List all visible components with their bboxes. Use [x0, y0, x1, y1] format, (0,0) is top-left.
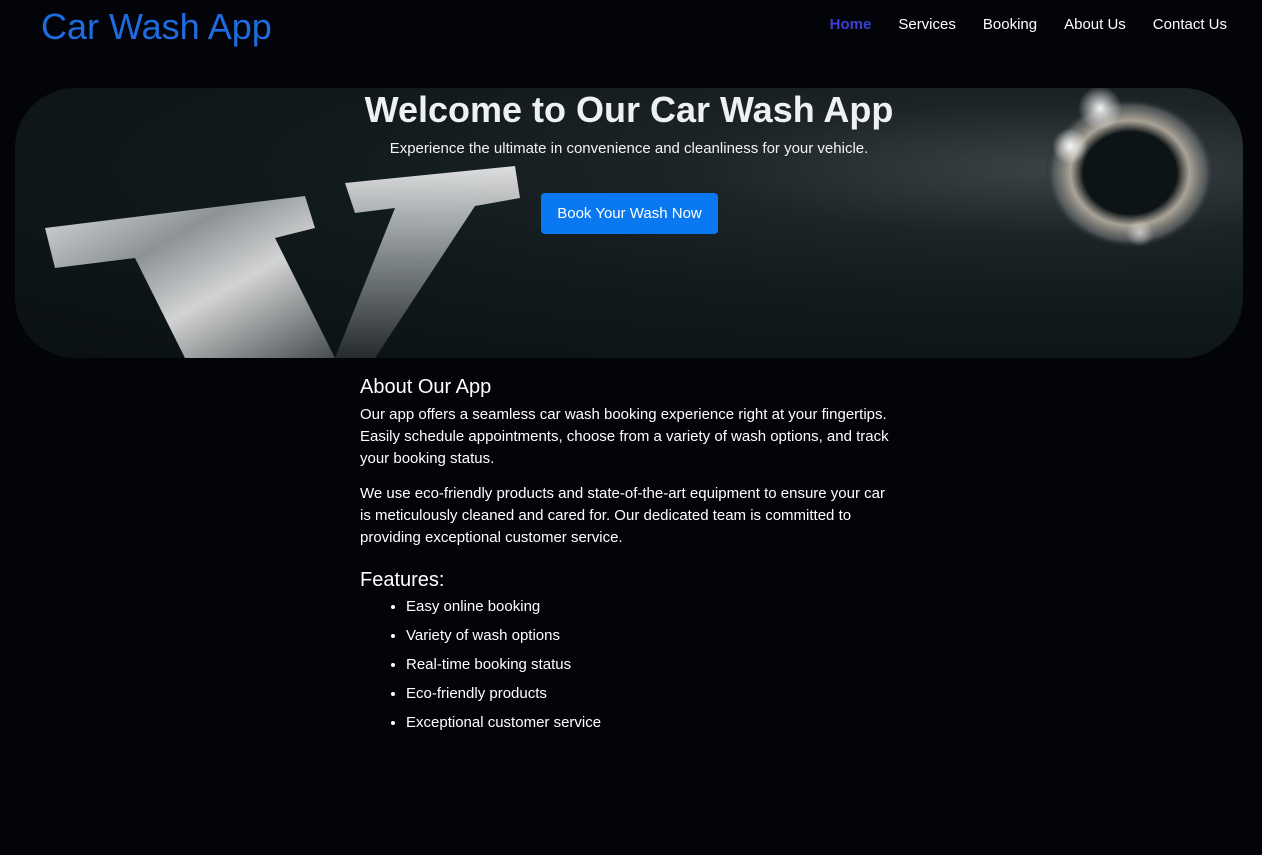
- nav-item-home: Home: [830, 15, 872, 35]
- features-list: Easy online booking Variety of wash opti…: [360, 598, 920, 732]
- hero-title: Welcome to Our Car Wash App: [364, 89, 894, 130]
- nav-list: Home Services Booking About Us Contact U…: [830, 15, 1227, 35]
- nav-link-booking[interactable]: Booking: [983, 16, 1037, 33]
- about-title: About Our App: [360, 376, 492, 398]
- nav-link-home[interactable]: Home: [830, 16, 872, 33]
- nav-link-contact[interactable]: Contact Us: [1153, 16, 1227, 33]
- site-logo[interactable]: Car Wash App: [41, 6, 272, 48]
- about-paragraph-2: We use eco-friendly products and state-o…: [360, 485, 885, 546]
- about-section: About Our App Our app offers a seamless …: [360, 374, 920, 743]
- hero-banner: Welcome to Our Car Wash App Experience t…: [15, 88, 1243, 358]
- hero-subtitle: Experience the ultimate in convenience a…: [389, 140, 869, 157]
- nav-link-services[interactable]: Services: [898, 16, 956, 33]
- feature-item: Real-time booking status: [406, 656, 920, 674]
- about-paragraph-1: Our app offers a seamless car wash booki…: [360, 406, 889, 467]
- feature-item: Easy online booking: [406, 598, 920, 616]
- nav-item-services: Services: [898, 15, 956, 35]
- nav-item-booking: Booking: [983, 15, 1037, 35]
- feature-item: Eco-friendly products: [406, 685, 920, 703]
- book-wash-button[interactable]: Book Your Wash Now: [541, 193, 718, 234]
- feature-item: Variety of wash options: [406, 627, 920, 645]
- nav-item-about: About Us: [1064, 15, 1126, 35]
- features-title: Features:: [360, 569, 445, 591]
- nav-link-about[interactable]: About Us: [1064, 16, 1126, 33]
- feature-item: Exceptional customer service: [406, 714, 920, 732]
- nav-item-contact: Contact Us: [1153, 15, 1227, 35]
- site-header: Car Wash App Home Services Booking About…: [0, 0, 1262, 60]
